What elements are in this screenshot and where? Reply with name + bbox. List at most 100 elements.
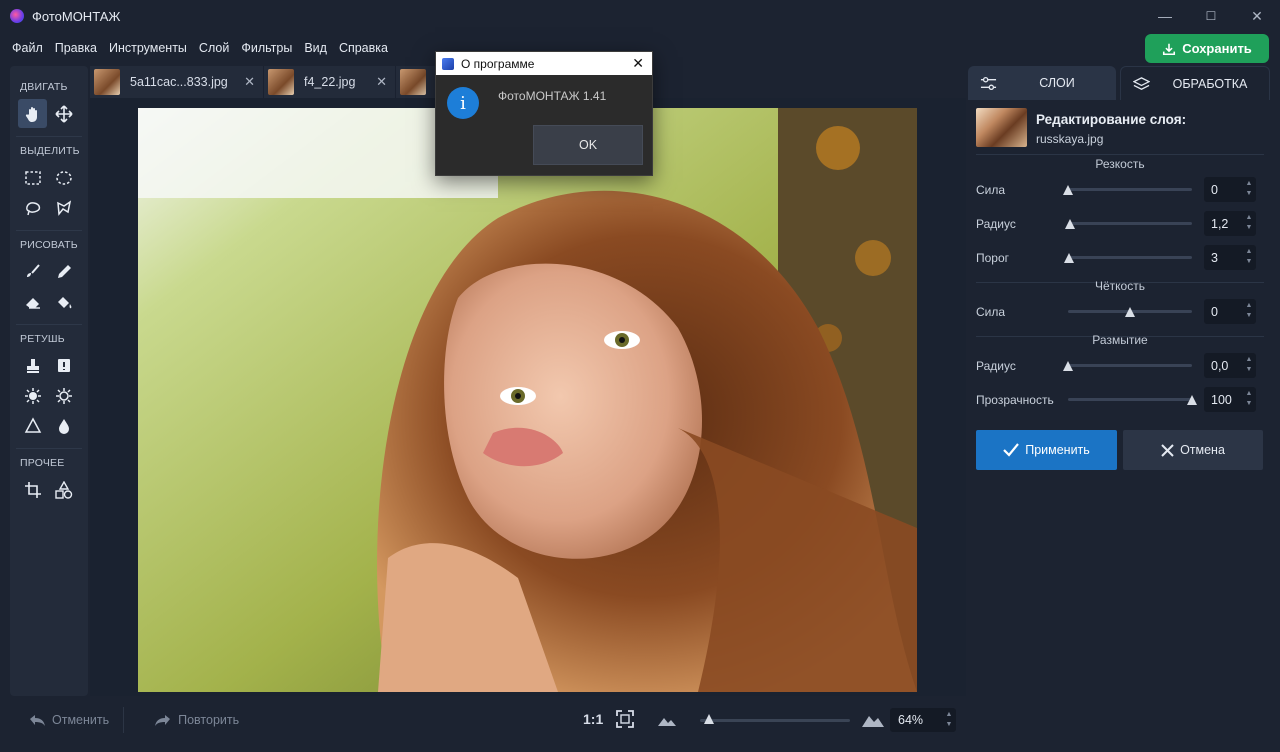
dialog-ok-label: OK	[578, 138, 598, 152]
prop-clarity-strength: Сила 0 ▲ ▼	[976, 299, 1264, 325]
spinner[interactable]: ▲ ▼	[1244, 213, 1254, 233]
apply-button[interactable]: Применить	[976, 430, 1117, 470]
polygon-lasso-tool[interactable]	[49, 193, 78, 222]
zoom-in-icon[interactable]	[862, 711, 884, 727]
slider-thumb[interactable]	[1064, 253, 1075, 263]
sharp-threshold-input[interactable]: 3 ▲ ▼	[1204, 245, 1256, 270]
blur-radius-slider[interactable]	[1063, 361, 1192, 371]
sharpen-tool[interactable]	[18, 411, 47, 440]
tab-close-icon[interactable]: ✕	[244, 74, 255, 90]
sharp-strength-slider[interactable]	[1063, 185, 1192, 195]
spinner[interactable]: ▲ ▼	[1244, 247, 1254, 267]
menu-layer[interactable]: Слой	[193, 41, 235, 55]
crop-tool[interactable]	[18, 475, 47, 504]
slider-thumb[interactable]	[1187, 395, 1197, 405]
rect-select-tool[interactable]	[18, 163, 47, 192]
slider-thumb[interactable]	[1063, 361, 1073, 371]
dialog-ok-button[interactable]: OK	[533, 125, 643, 165]
brush-tool[interactable]	[18, 257, 47, 286]
undo-button[interactable]: Отменить	[28, 713, 109, 727]
polygon-lasso-icon	[56, 199, 71, 216]
document-tab-3[interactable]	[396, 66, 436, 98]
group-title-draw: РИСОВАТЬ	[20, 239, 78, 251]
app-window: ФотоМОНТАЖ — ☐ ✕ Файл Правка Инструменты…	[0, 0, 1280, 752]
slider-thumb[interactable]	[1063, 185, 1073, 195]
fit-screen-icon[interactable]	[616, 710, 634, 728]
dialog-close-button[interactable]: ✕	[632, 55, 644, 72]
menu-edit[interactable]: Правка	[49, 41, 103, 55]
stamp-tool[interactable]	[18, 351, 47, 380]
spinner[interactable]: ▲ ▼	[1244, 301, 1254, 321]
actual-size-button[interactable]: 1:1	[583, 711, 603, 727]
crop-icon	[24, 481, 41, 498]
blur-opacity-slider[interactable]	[1068, 395, 1197, 405]
prop-sharp-strength: Сила 0 ▲ ▼	[976, 177, 1264, 203]
prop-label: Сила	[976, 183, 1006, 197]
spinner[interactable]: ▲ ▼	[1244, 355, 1254, 375]
close-button[interactable]: ✕	[1234, 0, 1280, 32]
hand-tool[interactable]	[18, 99, 47, 128]
document-tab-1[interactable]: 5a11cac...833.jpg ✕	[90, 66, 264, 98]
blur-drop-icon	[58, 418, 69, 434]
patch-tool[interactable]	[49, 351, 78, 380]
app-title: ФотоМОНТАЖ	[32, 8, 121, 24]
spinner[interactable]: ▲ ▼	[1244, 179, 1254, 199]
zoom-slider[interactable]	[700, 714, 850, 724]
fill-tool[interactable]	[49, 287, 78, 316]
eraser-icon	[25, 297, 40, 309]
zoom-input[interactable]: 64% ▲ ▼	[890, 708, 956, 732]
move-tool[interactable]	[49, 99, 78, 128]
maximize-button[interactable]: ☐	[1188, 0, 1234, 32]
clarity-strength-slider[interactable]	[1068, 307, 1192, 317]
menu-tools[interactable]: Инструменты	[103, 41, 193, 55]
blur-radius-input[interactable]: 0,0 ▲ ▼	[1204, 353, 1256, 378]
prop-sharp-radius: Радиус 1,2 ▲ ▼	[976, 211, 1264, 237]
save-button[interactable]: Сохранить	[1145, 34, 1269, 63]
cancel-label: Отмена	[1180, 443, 1225, 457]
spinner[interactable]: ▲ ▼	[1244, 389, 1254, 409]
menu-view[interactable]: Вид	[298, 41, 333, 55]
blur-opacity-input[interactable]: 100 ▲ ▼	[1204, 387, 1256, 412]
eraser-tool[interactable]	[18, 287, 47, 316]
blur-tool[interactable]	[49, 411, 78, 440]
zoom-out-icon[interactable]	[658, 714, 676, 726]
lasso-icon	[25, 201, 40, 215]
canvas-image[interactable]	[138, 108, 917, 692]
lasso-tool[interactable]	[18, 193, 47, 222]
document-tab-2[interactable]: f4_22.jpg ✕	[264, 66, 396, 98]
redo-label: Повторить	[178, 713, 240, 727]
prop-blur-opacity: Прозрачность 100 ▲ ▼	[976, 387, 1264, 413]
tab-close-icon[interactable]: ✕	[376, 74, 387, 90]
minimize-button[interactable]: —	[1142, 0, 1188, 32]
dialog-titlebar: О программе ✕	[436, 52, 652, 75]
darken-tool[interactable]	[49, 381, 78, 410]
clarity-strength-input[interactable]: 0 ▲ ▼	[1204, 299, 1256, 324]
sharp-radius-slider[interactable]	[1065, 219, 1192, 229]
undo-label: Отменить	[52, 713, 110, 727]
tab-layers[interactable]: СЛОИ	[968, 66, 1116, 100]
zoom-spinner[interactable]: ▲ ▼	[944, 710, 954, 730]
ellipse-select-tool[interactable]	[49, 163, 78, 192]
sharp-threshold-slider[interactable]	[1064, 253, 1192, 263]
shapes-tool[interactable]	[49, 475, 78, 504]
slider-thumb[interactable]	[1065, 219, 1076, 229]
sharp-strength-input[interactable]: 0 ▲ ▼	[1204, 177, 1256, 202]
slider-thumb[interactable]	[1125, 307, 1135, 317]
menu-help[interactable]: Справка	[333, 41, 394, 55]
zoom-slider-thumb[interactable]	[704, 714, 714, 724]
cancel-button[interactable]: Отмена	[1123, 430, 1263, 470]
menu-file[interactable]: Файл	[6, 41, 49, 55]
prop-label: Радиус	[976, 359, 1016, 373]
pencil-tool[interactable]	[49, 257, 78, 286]
sharp-radius-input[interactable]: 1,2 ▲ ▼	[1204, 211, 1256, 236]
brighten-tool[interactable]	[18, 381, 47, 410]
prop-label: Порог	[976, 251, 1010, 265]
menu-filters[interactable]: Фильтры	[235, 41, 298, 55]
zoom-value: 64%	[898, 713, 924, 727]
portrait-photo	[138, 108, 917, 692]
tab-processing[interactable]: ОБРАБОТКА	[1120, 66, 1270, 100]
layer-file-name: russkaya.jpg	[1036, 132, 1104, 146]
redo-button[interactable]: Повторить	[154, 713, 239, 727]
tab-label: f4_22.jpg	[304, 75, 356, 89]
input-value: 3	[1211, 250, 1218, 265]
